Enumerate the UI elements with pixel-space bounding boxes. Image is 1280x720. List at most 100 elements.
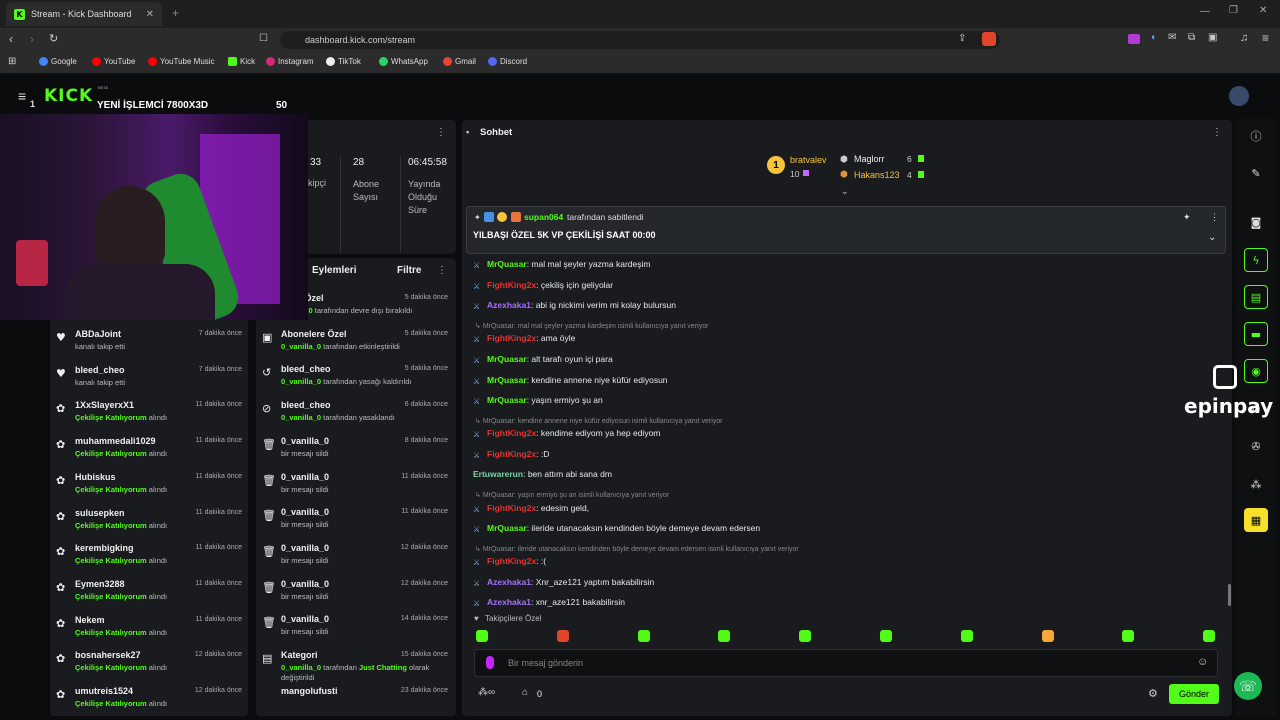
chat-username[interactable]: FightKing2x (487, 280, 536, 290)
feed-username[interactable]: sulusepken (75, 508, 125, 518)
edit-icon[interactable]: ✎ (1244, 161, 1268, 185)
expand-leaderboard-icon[interactable]: ⌄ (841, 186, 849, 197)
avatar[interactable] (1229, 86, 1249, 106)
wrench-icon[interactable]: ✇ (1244, 434, 1268, 458)
emote-icon[interactable] (718, 630, 731, 642)
chat-username[interactable]: Azexhaka1 (487, 577, 531, 587)
moderator-name[interactable]: 0_vanilla_0 (281, 663, 321, 672)
chat-message[interactable]: ⚔ MrQuasar: kendine annene niye küfür edi… (473, 375, 668, 386)
mod-actions-menu-icon[interactable]: ⋮ (437, 265, 447, 276)
moderator-name[interactable]: 0_vanilla_0 (281, 342, 321, 351)
emote-icon[interactable] (799, 630, 812, 642)
bookmark-youtube-music[interactable]: YouTube Music (148, 57, 215, 66)
feed-item[interactable]: ✿ muhammedali1029 11 dakika önce Çekilişe K… (50, 433, 246, 469)
url-field[interactable]: dashboard.kick.com/stream (280, 31, 1000, 49)
feed-username[interactable]: bosnahersek27 (75, 650, 141, 660)
chat-message[interactable]: Ertuwarerun: ben attım abi sana dm (473, 469, 612, 479)
chat-username[interactable]: Azexhaka1 (487, 597, 531, 607)
bookmark-google[interactable]: Google (39, 57, 77, 66)
mod-action-item[interactable]: ▤ Kategori 15 dakika önce 0_vanilla_0 taraf… (256, 647, 452, 683)
pinned-by-user[interactable]: supan064 (524, 212, 563, 222)
chat-bubble-icon[interactable]: ▬ (1244, 322, 1268, 346)
new-tab-button[interactable]: + (172, 6, 179, 20)
chat-message[interactable]: ⚔ Azexhaka1: xnr_aze121 bakabilirsin (473, 597, 625, 608)
emote-icon[interactable] (1041, 630, 1054, 642)
feed-username[interactable]: Hubiskus (75, 472, 116, 482)
chat-message[interactable]: ⚔ Azexhaka1: Xnr_aze121 yaptım bakabilirs… (473, 577, 654, 588)
emote-icon[interactable] (637, 630, 650, 642)
chevron-down-icon[interactable]: ⌄ (1208, 232, 1216, 243)
broadcast-icon[interactable]: ◉ (1244, 359, 1268, 383)
feed-username[interactable]: kerembigking (75, 543, 134, 553)
extension-icon[interactable] (1128, 34, 1140, 44)
mod-action-item[interactable]: mangolufusti 23 dakika önce (256, 683, 452, 716)
mod-action-item[interactable]: 🗑 0_vanilla_0 14 dakika önce bir mesajı sil… (256, 611, 452, 647)
stats-menu-icon[interactable]: ⋮ (436, 127, 446, 138)
mod-action-title[interactable]: 0_vanilla_0 (281, 579, 329, 589)
feed-username[interactable]: ABDaJoint (75, 329, 121, 339)
feed-username[interactable]: 1XxSlayerxX1 (75, 400, 134, 410)
send-button[interactable]: Gönder (1169, 684, 1219, 704)
mod-action-item[interactable]: ▣ Abonelere Özel 5 dakika önce 0_vanilla_0 … (256, 326, 452, 362)
emote-icon[interactable] (880, 630, 892, 642)
browser-tab[interactable]: K Stream - Kick Dashboard ✕ (6, 2, 162, 26)
chat-message[interactable]: ⚔ FightKing2x: edesim geld, (473, 503, 589, 514)
bookmark-kick[interactable]: Kick (228, 57, 255, 66)
chat-username[interactable]: MrQuasar (487, 259, 527, 269)
window-close-icon[interactable]: ✕ (1259, 5, 1267, 16)
menu-icon[interactable]: ≡ (1262, 31, 1269, 45)
emote-icon[interactable] (1203, 630, 1216, 642)
moderator-name[interactable]: 0_vanilla_0 (281, 413, 321, 422)
feed-item[interactable]: ✿ sulusepken 11 dakika önce Çekilişe Katılı… (50, 505, 246, 541)
bookmark-youtube[interactable]: YouTube (92, 57, 135, 66)
mod-action-title[interactable]: mangolufusti (281, 686, 338, 696)
nodes-icon[interactable]: ⁂ (1244, 472, 1268, 496)
chat-message[interactable]: ⚔ MrQuasar: mal mal şeyler yazma kardeşim (473, 259, 650, 270)
chat-username[interactable]: FightKing2x (487, 449, 536, 459)
tab-close-icon[interactable]: ✕ (146, 9, 154, 20)
back-icon[interactable]: ‹ (9, 32, 13, 46)
mod-action-title[interactable]: Kategori (281, 650, 318, 660)
maximize-icon[interactable]: ❐ (1229, 5, 1238, 16)
store-icon[interactable]: ⌂ (522, 687, 528, 698)
chat-message[interactable]: ⚔ FightKing2x: kendime ediyom ya hep ediy… (473, 428, 660, 439)
chat-message[interactable]: ⚔ FightKing2x: çekiliş için geliyolar (473, 280, 613, 291)
emote-icon[interactable] (476, 630, 488, 642)
chat-username[interactable]: MrQuasar (487, 354, 527, 364)
feed-username[interactable]: umutreis1524 (75, 686, 133, 696)
chat-scrollbar[interactable] (1228, 584, 1231, 606)
bookmark-tiktok[interactable]: TikTok (326, 57, 361, 66)
chat-message[interactable]: ⚔ MrQuasar: ileride utanacaksın kendinden… (473, 523, 760, 534)
second-leader-name[interactable]: Maglorr (854, 154, 885, 164)
chat-message[interactable]: ⚔ MrQuasar: alt tarafı oyun içi para (473, 354, 613, 365)
mod-action-item[interactable]: ↺ bleed_cheo 5 dakika önce 0_vanilla_0 tara… (256, 361, 452, 397)
chat-message[interactable]: ⚔ Azexhaka1: abi ig nickimi verim mi kola… (473, 300, 676, 311)
chat-message[interactable]: ⚔ FightKing2x: :D (473, 449, 549, 460)
mod-action-item[interactable]: 🗑 0_vanilla_0 8 dakika önce bir mesajı sild… (256, 433, 452, 469)
chat-menu-icon[interactable]: ⋮ (1212, 127, 1222, 138)
pinned-menu-icon[interactable]: ⋮ (1210, 212, 1219, 223)
third-leader-name[interactable]: Hakans123 (854, 170, 900, 180)
mod-action-title[interactable]: 0_vanilla_0 (281, 543, 329, 553)
mod-action-item[interactable]: ⊘ bleed_cheo 6 dakika önce 0_vanilla_0 tara… (256, 397, 452, 433)
mod-action-title[interactable]: bleed_cheo (281, 364, 331, 374)
chat-username[interactable]: FightKing2x (487, 503, 536, 513)
feed-username[interactable]: muhammedali1029 (75, 436, 156, 446)
mod-action-item[interactable]: 🗑 0_vanilla_0 12 dakika önce bir mesajı sil… (256, 540, 452, 576)
bookmark-whatsapp[interactable]: WhatsApp (379, 57, 428, 66)
media-icon[interactable]: ♫ (1240, 32, 1248, 44)
feed-item[interactable]: ✿ Eymen3288 11 dakika önce Çekilişe Katılıy… (50, 576, 246, 612)
info-icon[interactable]: ⓘ (1244, 124, 1268, 148)
chat-username[interactable]: FightKing2x (487, 428, 536, 438)
mod-action-item[interactable]: 🗑 0_vanilla_0 12 dakika önce bir mesajı sil… (256, 576, 452, 612)
bookmark-discord[interactable]: Discord (488, 57, 527, 66)
share-icon[interactable]: ⇪ (958, 33, 966, 44)
minimize-icon[interactable]: — (1200, 6, 1210, 17)
chat-username[interactable]: MrQuasar (487, 375, 527, 385)
apps-grid-icon[interactable]: ⊞ (8, 56, 16, 67)
feed-item[interactable]: ✿ Nekem 11 dakika önce Çekilişe Katılıyorum… (50, 612, 246, 648)
feed-username[interactable]: bleed_cheo (75, 365, 125, 375)
mod-action-title[interactable]: 0_vanilla_0 (281, 436, 329, 446)
mod-action-title[interactable]: 0_vanilla_0 (281, 472, 329, 482)
extensions-icon[interactable]: ⧉ (1188, 32, 1195, 43)
